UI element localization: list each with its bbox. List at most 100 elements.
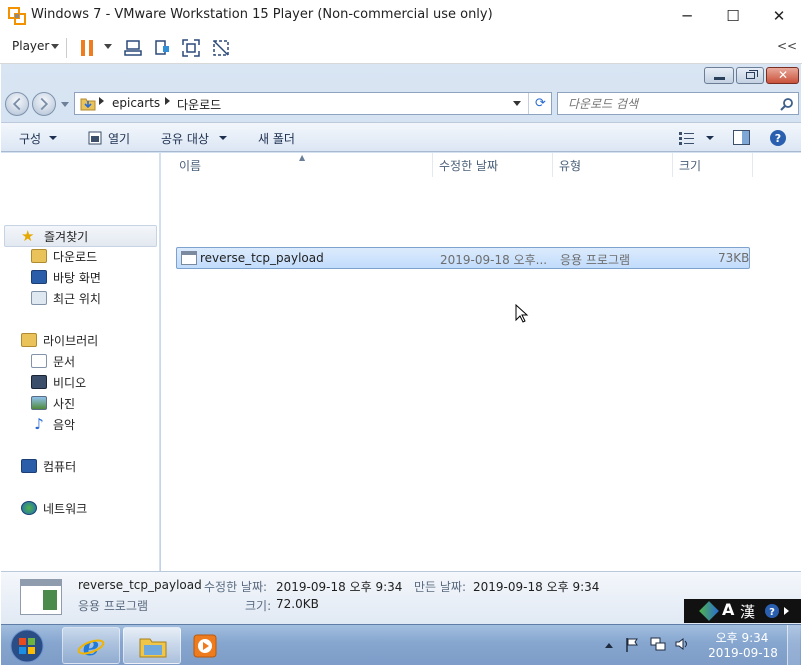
file-modified: 2019-09-18 오후...: [440, 253, 548, 267]
player-dropdown-icon[interactable]: [51, 44, 59, 49]
toolbar-divider: [66, 38, 67, 58]
address-history-dropdown-icon[interactable]: [513, 101, 521, 106]
address-row: epicarts 다운로드 ⟳: [1, 88, 801, 120]
libraries-header[interactable]: 라이브러리: [21, 330, 98, 350]
share-with-menu[interactable]: 공유 대상: [161, 130, 209, 147]
star-icon: ★: [21, 227, 35, 245]
pause-dropdown-icon[interactable]: [104, 44, 112, 49]
explorer-minimize-button[interactable]: [704, 67, 734, 84]
maximize-button[interactable]: ☐: [710, 0, 756, 31]
nav-item-computer[interactable]: 컴퓨터: [21, 456, 76, 476]
favorites-header[interactable]: ★ 즐겨찾기: [4, 225, 157, 247]
clock-time[interactable]: 오후 9:34: [713, 629, 771, 646]
show-desktop-button[interactable]: [787, 625, 800, 665]
window-title: Windows 7 - VMware Workstation 15 Player…: [31, 7, 493, 22]
explorer-close-button[interactable]: ✕: [766, 67, 799, 84]
details-pane: reverse_tcp_payload 응용 프로그램 수정한 날짜: 2019…: [1, 571, 801, 624]
view-dropdown-icon[interactable]: [706, 136, 714, 140]
libraries-label: 라이브러리: [43, 333, 99, 348]
send-ctrl-alt-del-icon[interactable]: [124, 39, 142, 57]
network-status-icon[interactable]: [650, 636, 666, 652]
nav-item-label: 사진: [53, 396, 76, 411]
navigation-pane: ★ 즐겨찾기 다운로드 바탕 화면 최근 위치 라이브러리 문서 비디오 사진 …: [1, 153, 160, 571]
start-button[interactable]: [6, 628, 48, 664]
search-icon[interactable]: [780, 97, 794, 111]
details-modified-label: 수정한 날짜:: [204, 580, 268, 594]
nav-item-desktop[interactable]: 바탕 화면: [31, 267, 101, 287]
media-player-icon: [193, 634, 217, 658]
search-box[interactable]: [557, 92, 799, 115]
nav-item-documents[interactable]: 문서: [31, 351, 75, 371]
taskbar-internet-explorer[interactable]: e: [62, 627, 120, 664]
collapse-toolbar-button[interactable]: <<: [777, 39, 797, 53]
input-mode-indicator[interactable]: A: [722, 600, 734, 619]
view-options-icon[interactable]: [679, 131, 695, 145]
file-type: 응용 프로그램: [560, 253, 631, 267]
back-button[interactable]: [5, 92, 29, 116]
nav-item-videos[interactable]: 비디오: [31, 372, 86, 392]
preview-pane-icon[interactable]: [733, 130, 750, 145]
details-created-label: 만든 날짜:: [414, 580, 467, 594]
show-hidden-icons-button[interactable]: [605, 643, 613, 648]
nav-item-label: 최근 위치: [53, 291, 101, 306]
removable-devices-icon[interactable]: [153, 39, 171, 57]
explorer-window: ✕ epicarts 다운로드 ⟳ 다운로드 검색 구성 열기 공유 대상 새 …: [1, 64, 801, 624]
column-header-modified[interactable]: 수정한 날짜: [433, 153, 553, 177]
volume-icon[interactable]: [674, 636, 690, 652]
organize-dropdown-icon[interactable]: [49, 136, 57, 140]
downloads-folder-icon: [80, 98, 96, 111]
breadcrumb-epicarts[interactable]: epicarts: [112, 96, 160, 110]
file-row[interactable]: reverse_tcp_payload 2019-09-18 오후... 응용 …: [176, 247, 750, 269]
vmware-toolbar: Player <<: [0, 31, 802, 64]
network-icon: [21, 501, 37, 515]
refresh-button[interactable]: ⟳: [528, 93, 552, 114]
nav-item-label: 음악: [53, 417, 76, 432]
file-size: 73KB: [718, 251, 750, 265]
forward-button[interactable]: [32, 92, 56, 116]
taskbar-media-player[interactable]: [184, 627, 224, 664]
search-input[interactable]: [568, 95, 773, 112]
taskbar-windows-explorer[interactable]: [123, 627, 181, 664]
nav-item-pictures[interactable]: 사진: [31, 393, 75, 413]
column-header-type[interactable]: 유형: [553, 153, 673, 177]
hanja-button[interactable]: 漢: [740, 601, 755, 622]
nav-item-network[interactable]: 네트워크: [21, 498, 87, 518]
minimize-button[interactable]: ─: [664, 0, 710, 31]
ime-help-icon[interactable]: ?: [764, 603, 780, 619]
open-button[interactable]: 열기: [108, 130, 130, 147]
music-icon: ♪: [34, 415, 44, 433]
fullscreen-icon[interactable]: [182, 39, 200, 57]
share-dropdown-icon[interactable]: [219, 136, 227, 140]
column-header-size[interactable]: 크기: [673, 153, 753, 177]
pause-icon[interactable]: [78, 39, 96, 57]
new-folder-button[interactable]: 새 폴더: [258, 130, 295, 147]
action-center-flag-icon[interactable]: [625, 637, 639, 653]
column-header-name[interactable]: 이름 ▲: [173, 153, 433, 177]
help-icon[interactable]: ?: [769, 129, 787, 147]
close-button[interactable]: ✕: [756, 0, 802, 31]
taskbar: e 오후 9:34 2019-09-18: [1, 624, 801, 665]
nav-item-downloads[interactable]: 다운로드: [31, 246, 97, 266]
ime-menu-icon[interactable]: [784, 607, 789, 615]
column-label: 유형: [559, 158, 582, 173]
nav-item-label: 비디오: [53, 375, 87, 390]
file-list-pane: 이름 ▲ 수정한 날짜 유형 크기 reverse_tcp_payload 20…: [161, 153, 801, 571]
organize-menu[interactable]: 구성: [19, 130, 41, 147]
language-bar: A 漢 ?: [684, 599, 801, 623]
clock-date[interactable]: 2019-09-18: [707, 646, 779, 660]
player-menu[interactable]: Player: [12, 39, 49, 53]
column-label: 이름: [179, 158, 202, 173]
nav-item-recent-places[interactable]: 최근 위치: [31, 288, 101, 308]
svg-text:e: e: [83, 632, 100, 660]
libraries-icon: [21, 333, 37, 347]
open-icon[interactable]: [88, 131, 102, 145]
recent-pages-dropdown-icon[interactable]: [61, 102, 69, 107]
nav-item-music[interactable]: ♪ 음악: [31, 414, 75, 434]
ime-icon[interactable]: [699, 601, 719, 621]
recent-places-icon: [31, 291, 47, 305]
explorer-restore-button[interactable]: [736, 67, 764, 84]
breadcrumb-downloads[interactable]: 다운로드: [177, 96, 221, 113]
unity-mode-icon[interactable]: [212, 39, 230, 57]
address-bar[interactable]: epicarts 다운로드 ⟳: [74, 92, 552, 115]
documents-icon: [31, 354, 47, 368]
